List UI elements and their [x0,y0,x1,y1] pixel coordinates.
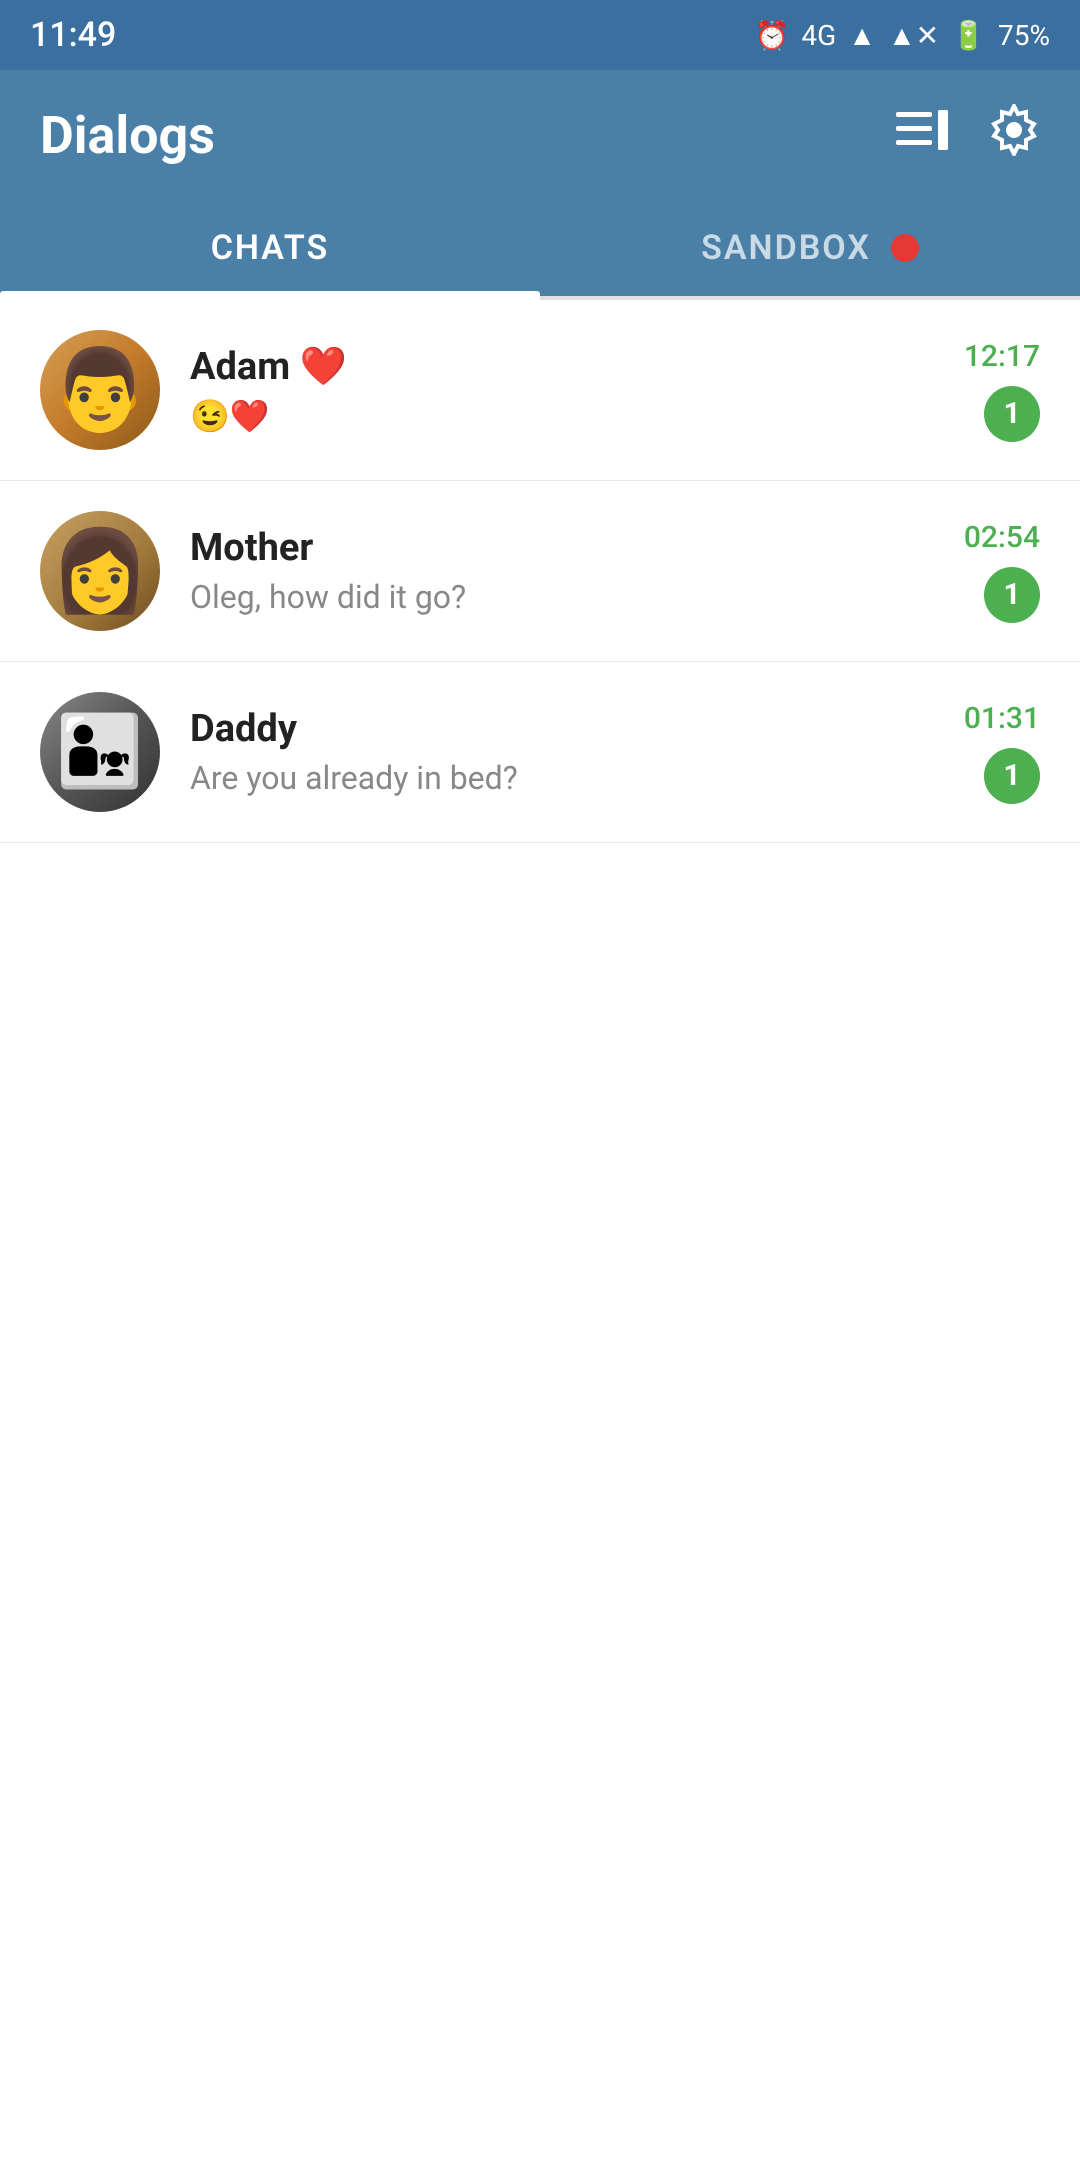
signal-x-icon: ▲✕ [888,19,939,52]
chat-info-daddy: Daddy Are you already in bed? [190,707,964,797]
empty-area [0,843,1080,2183]
chat-time-adam: 12:17 [964,339,1040,374]
tab-indicator [0,296,1080,300]
chat-time-daddy: 01:31 [964,701,1040,736]
unread-badge-mother: 1 [984,567,1040,623]
unread-badge-daddy: 1 [984,748,1040,804]
tab-chats-label: CHATS [211,228,330,268]
header-icons [896,104,1040,167]
chat-info-adam: Adam ❤️ 😉❤️ [190,345,964,435]
new-chat-button[interactable] [896,108,948,163]
tabs-container: CHATS SANDBOX [0,200,1080,296]
chat-meta-mother: 02:54 1 [964,520,1040,623]
battery-percent: 75% [998,19,1050,52]
chat-item-mother[interactable]: Mother Oleg, how did it go? 02:54 1 [0,481,1080,662]
chat-name-mother: Mother [190,526,964,570]
chat-name-daddy: Daddy [190,707,964,751]
unread-count-daddy: 1 [1003,758,1020,793]
chat-meta-daddy: 01:31 1 [964,701,1040,804]
chat-meta-adam: 12:17 1 [964,339,1040,442]
unread-count-adam: 1 [1003,396,1020,431]
app-header: Dialogs [0,70,1080,200]
tab-sandbox-label: SANDBOX [701,228,871,268]
status-bar: 11:49 ⏰ 4G ▲ ▲✕ 🔋 75% [0,0,1080,70]
chat-time-mother: 02:54 [964,520,1040,555]
tab-chats[interactable]: CHATS [0,200,540,296]
chat-preview-adam: 😉❤️ [190,397,964,435]
battery-icon: 🔋 [951,19,986,52]
unread-count-mother: 1 [1003,577,1020,612]
chat-item-adam[interactable]: Adam ❤️ 😉❤️ 12:17 1 [0,300,1080,481]
settings-button[interactable] [988,104,1040,167]
chat-name-adam: Adam ❤️ [190,345,964,389]
app-title: Dialogs [40,105,215,166]
tab-sandbox-content: SANDBOX [701,228,919,268]
avatar-mother [40,511,160,631]
chat-preview-mother: Oleg, how did it go? [190,578,964,616]
chat-info-mother: Mother Oleg, how did it go? [190,526,964,616]
chat-item-daddy[interactable]: Daddy Are you already in bed? 01:31 1 [0,662,1080,843]
status-icons: ⏰ 4G ▲ ▲✕ 🔋 75% [755,19,1050,52]
tab-sandbox[interactable]: SANDBOX [540,200,1080,296]
avatar-adam [40,330,160,450]
sandbox-notification-dot [891,234,919,262]
alarm-icon: ⏰ [755,19,790,52]
status-time: 11:49 [30,15,116,55]
signal-icon: ▲ [848,19,876,52]
unread-badge-adam: 1 [984,386,1040,442]
network-label: 4G [801,19,836,52]
avatar-daddy [40,692,160,812]
chat-list: Adam ❤️ 😉❤️ 12:17 1 Mother Oleg, how did… [0,300,1080,843]
chat-preview-daddy: Are you already in bed? [190,759,964,797]
